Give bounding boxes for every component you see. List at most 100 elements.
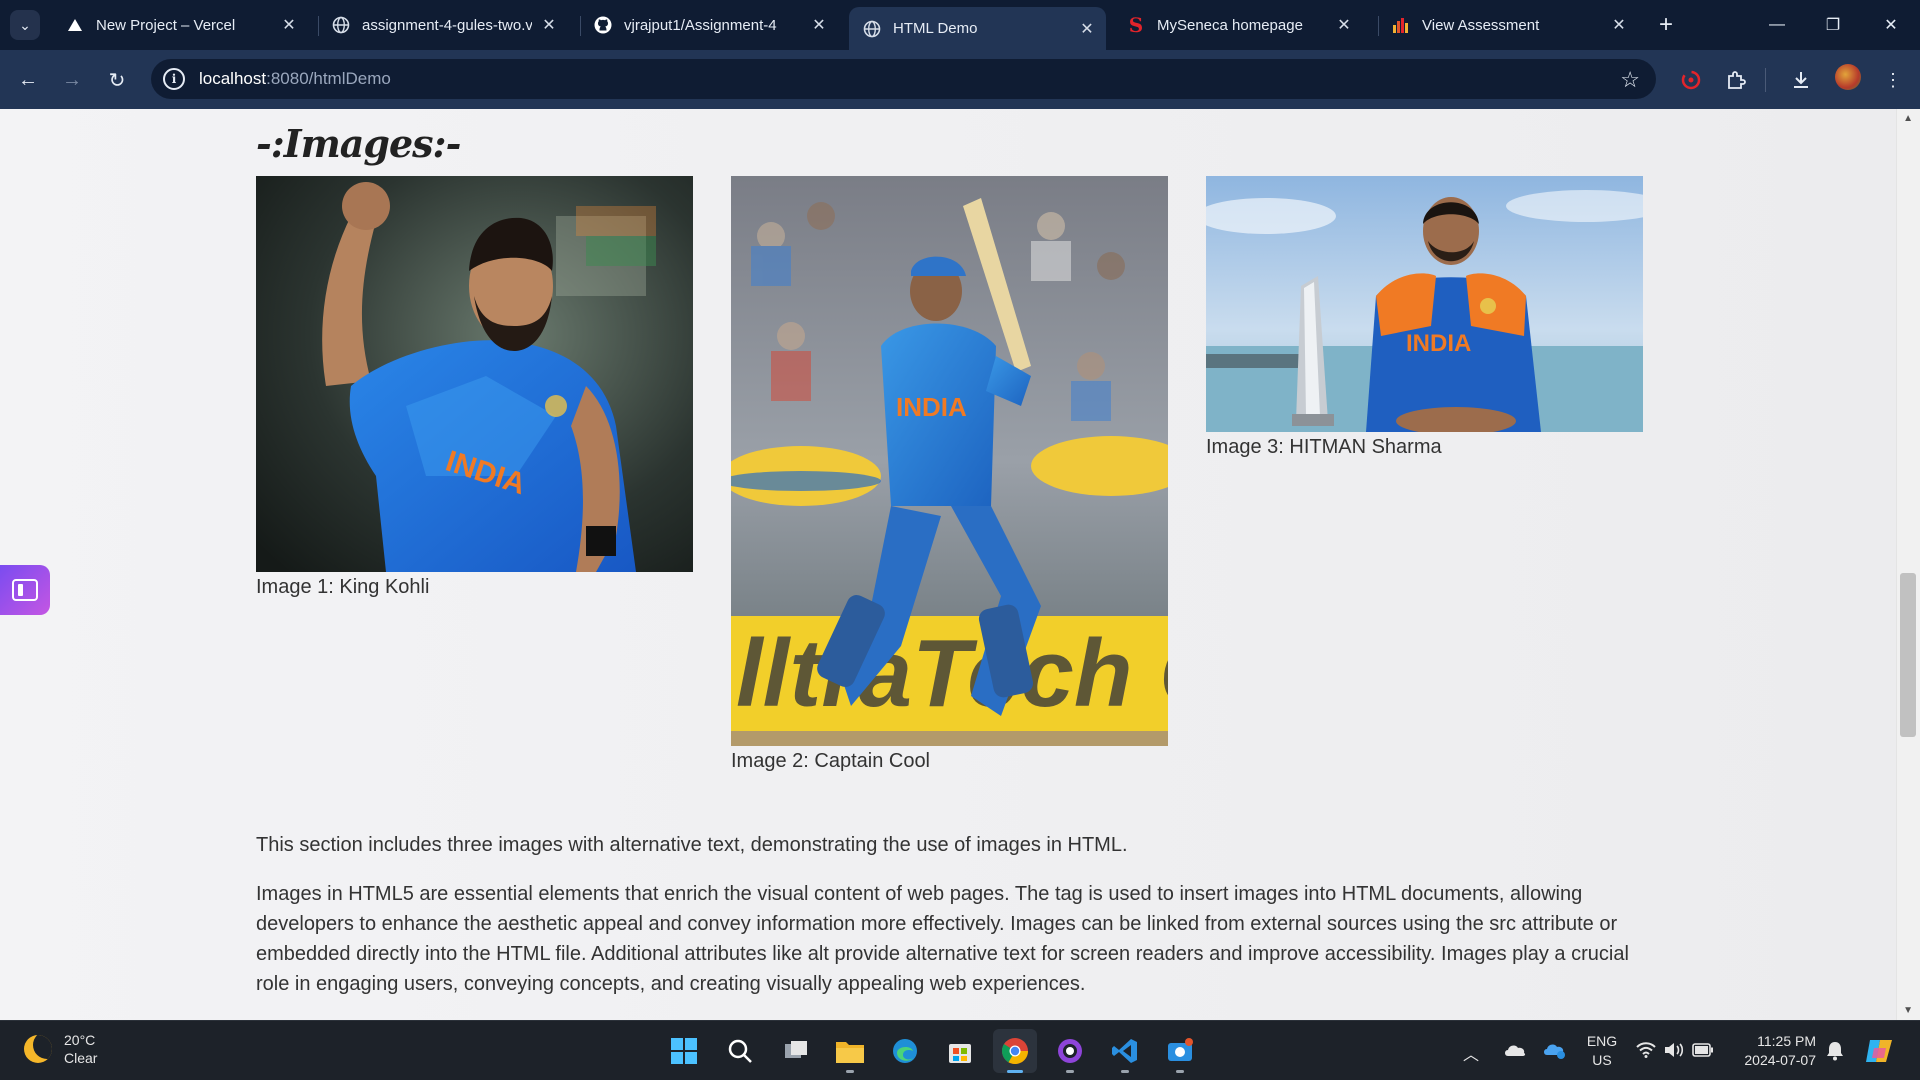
- jersey-text-india: INDIA: [1406, 330, 1471, 357]
- close-tab-icon[interactable]: ✕: [540, 15, 558, 35]
- section-heading: -:Images:-: [256, 121, 461, 166]
- browser-menu-icon[interactable]: ⋮: [1877, 64, 1909, 96]
- chrome-icon: [1001, 1038, 1029, 1065]
- language-line1: ENG: [1586, 1033, 1618, 1049]
- file-explorer-button[interactable]: [828, 1029, 872, 1073]
- plus-icon: +: [1658, 11, 1673, 38]
- moon-icon: [24, 1035, 52, 1063]
- close-tab-icon[interactable]: ✕: [1335, 15, 1353, 35]
- close-tab-icon[interactable]: ✕: [810, 15, 828, 35]
- tab-vercel[interactable]: New Project – Vercel ✕: [52, 7, 308, 43]
- figure-3: INDIA Image 3: HITMAN Sharma: [1206, 176, 1643, 459]
- snipping-tool-button[interactable]: [1158, 1029, 1202, 1073]
- language-line2: US: [1592, 1052, 1612, 1068]
- vercel-icon: [66, 16, 84, 34]
- windows-logo-icon: [671, 1038, 697, 1064]
- search-icon: [728, 1039, 752, 1063]
- forward-button[interactable]: →: [56, 64, 88, 96]
- store-button[interactable]: [938, 1029, 982, 1073]
- notification-bell-icon[interactable]: [1826, 1041, 1844, 1061]
- close-window-button[interactable]: ✕: [1868, 8, 1914, 42]
- github-desktop-button[interactable]: [1048, 1029, 1092, 1073]
- running-indicator: [1121, 1070, 1129, 1073]
- image-captain-cool: lltraTech C INDIA: [731, 176, 1168, 746]
- image-caption: Image 3: HITMAN Sharma: [1206, 436, 1442, 458]
- tab-title: vjrajput1/Assignment-4: [624, 16, 777, 34]
- chevron-up-icon[interactable]: ︿: [1463, 1041, 1479, 1065]
- minimize-button[interactable]: —: [1754, 8, 1800, 42]
- extensions-puzzle-icon[interactable]: [1720, 64, 1752, 96]
- battery-icon: [1692, 1043, 1713, 1057]
- running-indicator: [1066, 1070, 1074, 1073]
- running-indicator: [1176, 1070, 1184, 1073]
- scroll-down-arrow-icon[interactable]: ▼: [1903, 1005, 1913, 1016]
- tab-html-demo[interactable]: HTML Demo ✕: [849, 7, 1106, 50]
- profile-avatar[interactable]: [1835, 64, 1861, 90]
- image-caption: Image 1: King Kohli: [256, 576, 430, 598]
- sidebar-toggle-widget[interactable]: [0, 565, 50, 615]
- tab-github[interactable]: vjrajput1/Assignment-4 ✕: [580, 7, 838, 43]
- restore-button[interactable]: ❐: [1810, 8, 1856, 42]
- page-viewport: -:Images:- INDIA Image 1: King Kohli llt…: [0, 109, 1920, 1020]
- sidebar-panel-icon: [12, 579, 38, 601]
- close-tab-icon[interactable]: ✕: [1078, 19, 1096, 39]
- tab-view-assessment[interactable]: View Assessment ✕: [1378, 7, 1638, 43]
- download-icon[interactable]: [1785, 64, 1817, 96]
- task-view-button[interactable]: [774, 1029, 818, 1073]
- arrow-left-icon: ←: [18, 68, 38, 91]
- image-caption: Image 2: Captain Cool: [731, 750, 931, 772]
- restore-icon: ❐: [1825, 17, 1841, 34]
- edge-icon: [893, 1039, 917, 1063]
- windows-taskbar: 20°C Clear ︿ ENG US 11:25 PM 2024-07-07: [0, 1020, 1920, 1080]
- tab-assignment-site[interactable]: assignment-4-gules-two.ve ✕: [318, 7, 568, 43]
- arrow-right-icon: →: [62, 68, 82, 91]
- site-info-icon[interactable]: i: [163, 68, 185, 90]
- folder-icon: [836, 1042, 864, 1063]
- url-host: localhost: [199, 69, 267, 88]
- onedrive-sync-icon: [1544, 1044, 1565, 1059]
- taskbar-clock[interactable]: 11:25 PM 2024-07-07: [1736, 1032, 1816, 1070]
- chrome-button[interactable]: [993, 1029, 1037, 1073]
- scroll-up-arrow-icon[interactable]: ▲: [1903, 113, 1913, 124]
- onedrive-icon: [1505, 1045, 1526, 1056]
- figure-1: INDIA Image 1: King Kohli: [256, 176, 693, 599]
- language-indicator[interactable]: ENG US: [1582, 1032, 1622, 1070]
- store-icon: [949, 1044, 971, 1063]
- clock-date: 2024-07-07: [1744, 1052, 1816, 1068]
- reload-button[interactable]: ↻: [101, 64, 133, 96]
- vscode-button[interactable]: [1103, 1029, 1147, 1073]
- chevron-down-icon: ⌄: [19, 16, 31, 33]
- image-king-kohli: INDIA: [256, 176, 693, 572]
- reload-icon: ↻: [108, 69, 126, 92]
- figure-2: lltraTech C INDIA Image 2: Captain Cool: [731, 176, 1168, 773]
- extension-recorder-icon[interactable]: [1675, 64, 1707, 96]
- scroll-thumb[interactable]: [1900, 573, 1916, 737]
- tab-search-button[interactable]: ⌄: [10, 10, 40, 40]
- tab-title: HTML Demo: [893, 20, 978, 37]
- github-icon: [594, 16, 612, 34]
- chart-bars-icon: [1392, 16, 1410, 34]
- tab-myseneca[interactable]: S MySeneca homepage ✕: [1113, 7, 1363, 43]
- snipping-tool-icon: [1168, 1038, 1193, 1061]
- bookmark-star-icon[interactable]: ☆: [1620, 67, 1640, 93]
- close-tab-icon[interactable]: ✕: [280, 15, 298, 35]
- new-tab-button[interactable]: +: [1651, 10, 1681, 40]
- clock-time: 11:25 PM: [1757, 1033, 1816, 1049]
- github-desktop-icon: [1058, 1039, 1082, 1063]
- minimize-icon: —: [1769, 16, 1785, 33]
- page-scrollbar[interactable]: ▲ ▼: [1896, 109, 1920, 1020]
- close-icon: ✕: [1884, 17, 1898, 34]
- globe-icon: [332, 16, 350, 34]
- copilot-icon[interactable]: [1864, 1036, 1896, 1066]
- paragraph-intro: This section includes three images with …: [256, 834, 1128, 856]
- edge-button[interactable]: [883, 1029, 927, 1073]
- wifi-icon: [1636, 1042, 1656, 1058]
- weather-widget[interactable]: 20°C Clear: [24, 1031, 97, 1067]
- start-button[interactable]: [662, 1029, 706, 1073]
- jersey-text-india: INDIA: [896, 392, 967, 422]
- address-bar[interactable]: i localhost:8080/htmlDemo ☆: [151, 59, 1656, 99]
- back-button[interactable]: ←: [12, 64, 44, 96]
- close-tab-icon[interactable]: ✕: [1610, 15, 1628, 35]
- weather-condition: Clear: [64, 1050, 98, 1066]
- search-button[interactable]: [718, 1029, 762, 1073]
